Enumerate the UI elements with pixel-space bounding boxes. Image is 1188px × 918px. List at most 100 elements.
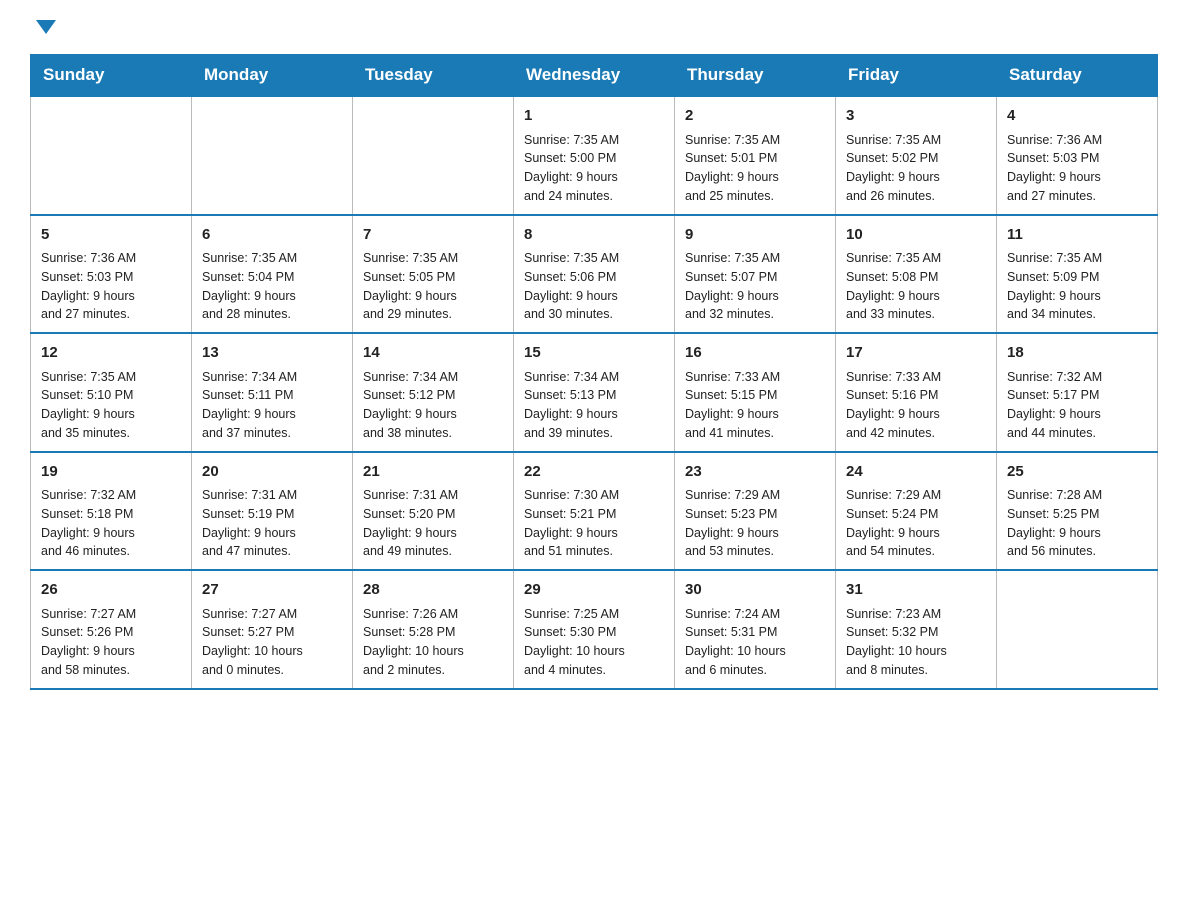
calendar-cell: 26Sunrise: 7:27 AMSunset: 5:26 PMDayligh… <box>31 570 192 689</box>
day-info: Sunset: 5:10 PM <box>41 386 181 405</box>
calendar-cell: 20Sunrise: 7:31 AMSunset: 5:19 PMDayligh… <box>192 452 353 571</box>
day-info: Sunset: 5:23 PM <box>685 505 825 524</box>
day-info: Daylight: 9 hours <box>846 405 986 424</box>
calendar-cell: 28Sunrise: 7:26 AMSunset: 5:28 PMDayligh… <box>353 570 514 689</box>
day-info: Sunset: 5:09 PM <box>1007 268 1147 287</box>
day-number: 16 <box>685 342 825 365</box>
day-info: Daylight: 9 hours <box>41 287 181 306</box>
day-number: 3 <box>846 105 986 128</box>
day-info: Sunrise: 7:23 AM <box>846 605 986 624</box>
day-info: and 47 minutes. <box>202 542 342 561</box>
header-sunday: Sunday <box>31 55 192 97</box>
calendar-cell: 5Sunrise: 7:36 AMSunset: 5:03 PMDaylight… <box>31 215 192 334</box>
calendar-cell: 8Sunrise: 7:35 AMSunset: 5:06 PMDaylight… <box>514 215 675 334</box>
day-info: and 24 minutes. <box>524 187 664 206</box>
day-number: 9 <box>685 224 825 247</box>
day-info: and 54 minutes. <box>846 542 986 561</box>
day-info: Sunset: 5:15 PM <box>685 386 825 405</box>
day-info: Daylight: 10 hours <box>685 642 825 661</box>
logo-triangle-icon <box>36 20 56 34</box>
day-info: Sunrise: 7:31 AM <box>363 486 503 505</box>
calendar-cell: 15Sunrise: 7:34 AMSunset: 5:13 PMDayligh… <box>514 333 675 452</box>
day-info: Daylight: 10 hours <box>846 642 986 661</box>
day-info: Sunrise: 7:29 AM <box>685 486 825 505</box>
day-info: Daylight: 9 hours <box>846 168 986 187</box>
day-info: and 30 minutes. <box>524 305 664 324</box>
day-info: and 25 minutes. <box>685 187 825 206</box>
day-number: 14 <box>363 342 503 365</box>
day-number: 4 <box>1007 105 1147 128</box>
day-number: 25 <box>1007 461 1147 484</box>
day-info: Daylight: 9 hours <box>363 524 503 543</box>
day-info: Sunrise: 7:33 AM <box>846 368 986 387</box>
day-number: 5 <box>41 224 181 247</box>
day-info: Sunrise: 7:24 AM <box>685 605 825 624</box>
day-info: and 27 minutes. <box>41 305 181 324</box>
day-info: Daylight: 9 hours <box>524 287 664 306</box>
day-info: Sunset: 5:32 PM <box>846 623 986 642</box>
header-wednesday: Wednesday <box>514 55 675 97</box>
day-info: and 46 minutes. <box>41 542 181 561</box>
day-info: Sunrise: 7:35 AM <box>846 249 986 268</box>
day-info: and 42 minutes. <box>846 424 986 443</box>
day-info: Sunrise: 7:35 AM <box>363 249 503 268</box>
day-info: Sunset: 5:05 PM <box>363 268 503 287</box>
day-info: Daylight: 9 hours <box>524 405 664 424</box>
day-info: Daylight: 9 hours <box>363 287 503 306</box>
day-info: Daylight: 9 hours <box>41 642 181 661</box>
header-saturday: Saturday <box>997 55 1158 97</box>
day-info: Sunset: 5:11 PM <box>202 386 342 405</box>
day-info: and 28 minutes. <box>202 305 342 324</box>
day-info: Sunset: 5:25 PM <box>1007 505 1147 524</box>
day-info: and 4 minutes. <box>524 661 664 680</box>
day-number: 2 <box>685 105 825 128</box>
week-row-2: 5Sunrise: 7:36 AMSunset: 5:03 PMDaylight… <box>31 215 1158 334</box>
calendar-cell <box>353 96 514 215</box>
calendar-header-row: SundayMondayTuesdayWednesdayThursdayFrid… <box>31 55 1158 97</box>
day-info: Sunset: 5:17 PM <box>1007 386 1147 405</box>
day-info: Daylight: 9 hours <box>1007 405 1147 424</box>
day-number: 18 <box>1007 342 1147 365</box>
header-thursday: Thursday <box>675 55 836 97</box>
day-info: Daylight: 9 hours <box>685 524 825 543</box>
day-number: 24 <box>846 461 986 484</box>
day-info: Sunrise: 7:28 AM <box>1007 486 1147 505</box>
day-info: Sunrise: 7:32 AM <box>41 486 181 505</box>
day-info: Sunset: 5:04 PM <box>202 268 342 287</box>
calendar-cell: 16Sunrise: 7:33 AMSunset: 5:15 PMDayligh… <box>675 333 836 452</box>
day-number: 30 <box>685 579 825 602</box>
week-row-3: 12Sunrise: 7:35 AMSunset: 5:10 PMDayligh… <box>31 333 1158 452</box>
day-number: 1 <box>524 105 664 128</box>
calendar-cell: 10Sunrise: 7:35 AMSunset: 5:08 PMDayligh… <box>836 215 997 334</box>
day-info: Sunset: 5:21 PM <box>524 505 664 524</box>
calendar-cell: 30Sunrise: 7:24 AMSunset: 5:31 PMDayligh… <box>675 570 836 689</box>
day-info: and 58 minutes. <box>41 661 181 680</box>
day-info: Sunrise: 7:34 AM <box>524 368 664 387</box>
day-info: Daylight: 9 hours <box>846 287 986 306</box>
day-info: Daylight: 9 hours <box>685 168 825 187</box>
day-info: Sunrise: 7:35 AM <box>685 131 825 150</box>
calendar-cell: 4Sunrise: 7:36 AMSunset: 5:03 PMDaylight… <box>997 96 1158 215</box>
day-info: Sunrise: 7:31 AM <box>202 486 342 505</box>
day-number: 29 <box>524 579 664 602</box>
day-info: Sunset: 5:12 PM <box>363 386 503 405</box>
day-info: Sunrise: 7:35 AM <box>524 131 664 150</box>
day-info: Sunrise: 7:35 AM <box>41 368 181 387</box>
day-info: Daylight: 9 hours <box>202 524 342 543</box>
header-monday: Monday <box>192 55 353 97</box>
day-info: and 8 minutes. <box>846 661 986 680</box>
day-number: 10 <box>846 224 986 247</box>
day-number: 7 <box>363 224 503 247</box>
day-number: 17 <box>846 342 986 365</box>
calendar-cell: 6Sunrise: 7:35 AMSunset: 5:04 PMDaylight… <box>192 215 353 334</box>
day-number: 20 <box>202 461 342 484</box>
day-info: Daylight: 9 hours <box>524 524 664 543</box>
day-info: Sunset: 5:16 PM <box>846 386 986 405</box>
day-info: Sunrise: 7:30 AM <box>524 486 664 505</box>
calendar-cell <box>31 96 192 215</box>
header-tuesday: Tuesday <box>353 55 514 97</box>
week-row-4: 19Sunrise: 7:32 AMSunset: 5:18 PMDayligh… <box>31 452 1158 571</box>
calendar-cell: 11Sunrise: 7:35 AMSunset: 5:09 PMDayligh… <box>997 215 1158 334</box>
logo <box>30 20 56 34</box>
week-row-5: 26Sunrise: 7:27 AMSunset: 5:26 PMDayligh… <box>31 570 1158 689</box>
